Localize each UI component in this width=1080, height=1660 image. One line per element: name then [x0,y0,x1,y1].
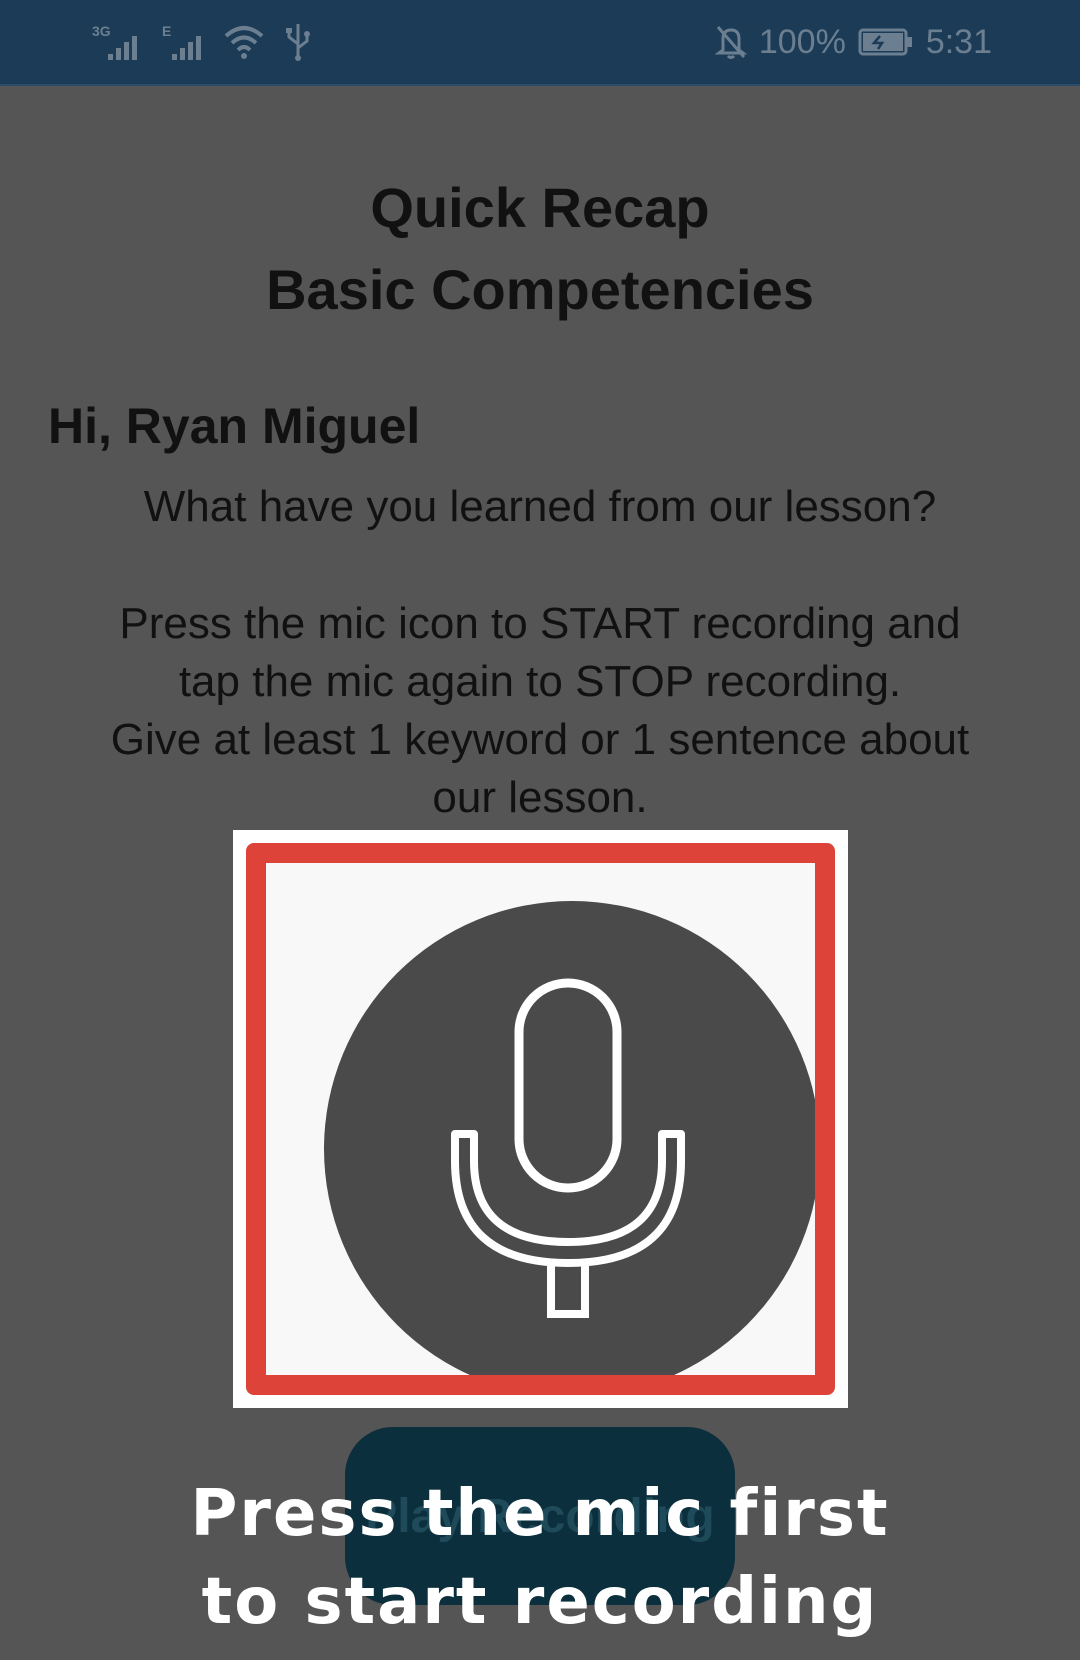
wifi-icon [222,22,266,62]
battery-charging-icon [858,27,914,57]
bell-off-icon [714,24,747,60]
signal-3g-label: 3G [92,23,111,39]
instruction-line: our lesson. [432,773,648,822]
status-right-icons: 100% 5:31 [714,18,992,66]
mic-button[interactable] [324,901,815,1375]
page-subtitle: Basic Competencies [266,258,814,321]
battery-percentage: 100% [758,22,846,61]
overlay-caption: Press the mic first to start recording [0,1470,1080,1646]
mic-frame [233,830,848,1408]
instruction-line: Give at least 1 keyword or 1 sentence ab… [110,715,970,764]
status-time: 5:31 [925,22,992,61]
instructions-text: Press the mic icon to START recording an… [60,595,1020,827]
overlay-caption-line1: Press the mic first [190,1477,890,1551]
overlay-caption-line2: to start recording [201,1565,879,1639]
signal-3g-icon: 3G [90,22,142,62]
page-title: Quick Recap [370,176,710,239]
greeting-text: Hi, Ryan Miguel [48,398,421,454]
usb-icon [284,22,312,62]
status-bar: 3G E 100% 5:31 [0,0,1080,86]
question-text: What have you learned from our lesson? [143,482,937,531]
signal-e-icon: E [160,22,204,62]
instruction-line: Press the mic icon to START recording an… [119,599,961,648]
instruction-line: tap the mic again to STOP recording. [178,657,902,706]
signal-e-label: E [162,23,171,39]
mic-highlight-box [246,843,835,1395]
microphone-icon [451,978,685,1318]
status-left-icons: 3G E [90,20,312,64]
